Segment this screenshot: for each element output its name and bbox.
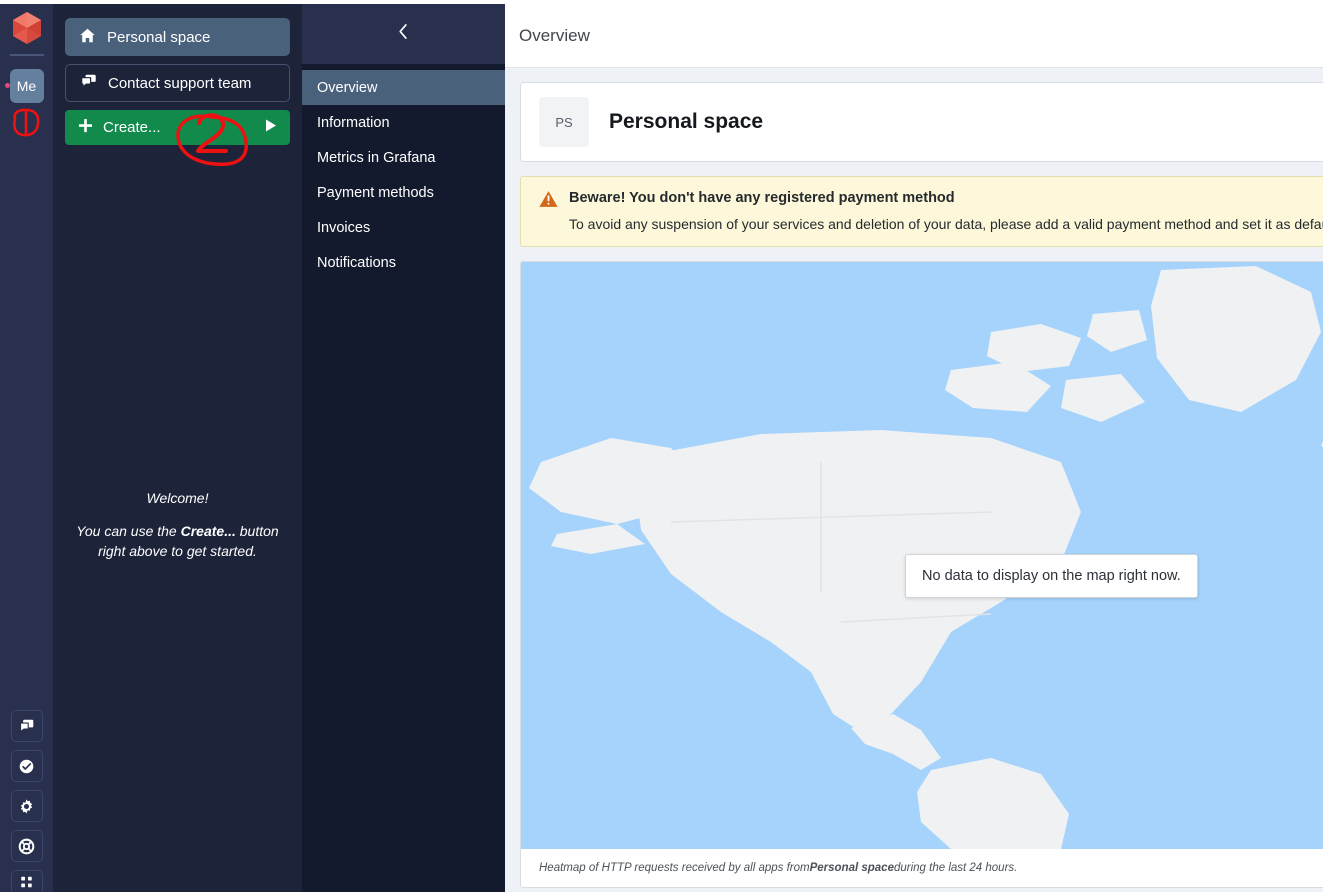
personal-space-button[interactable]: Personal space	[65, 18, 290, 56]
gem-logo-icon[interactable]	[0, 4, 53, 52]
contact-support-button[interactable]: Contact support team	[65, 64, 290, 102]
heatmap-caption: Heatmap of HTTP requests received by all…	[521, 849, 1323, 887]
nav-item-label: Notifications	[317, 254, 396, 271]
world-map[interactable]: No data to display on the map right now.	[521, 262, 1323, 849]
nav-item-label: Payment methods	[317, 184, 434, 201]
nav-item-overview[interactable]: Overview	[302, 70, 505, 105]
space-name: Personal space	[609, 110, 764, 133]
nav-item-metrics-in-grafana[interactable]: Metrics in Grafana	[302, 140, 505, 175]
create-button-label: Create...	[103, 119, 161, 136]
map-empty-tooltip: No data to display on the map right now.	[905, 554, 1198, 598]
red-blob-annotation	[13, 108, 40, 137]
welcome-message: Welcome! You can use the Create... butto…	[65, 488, 290, 561]
chat-bubble-icon	[80, 73, 97, 94]
payment-warning-body: Beware! You don't have any registered pa…	[569, 189, 1323, 232]
space-initials-label: PS	[555, 114, 573, 130]
nav-item-information[interactable]: Information	[302, 105, 505, 140]
nav-item-label: Invoices	[317, 219, 371, 236]
section-nav-panel: Overview Information Metrics in Grafana …	[302, 4, 505, 892]
rail-bottom-buttons	[0, 710, 53, 892]
avatar[interactable]: Me	[9, 69, 44, 103]
welcome-title: Welcome!	[146, 490, 209, 506]
nav-item-label: Information	[317, 114, 390, 131]
personal-space-button-label: Personal space	[107, 28, 211, 46]
payment-warning-text: To avoid any suspension of your services…	[569, 216, 1323, 232]
account-avatar-wrap[interactable]: Me	[0, 64, 53, 108]
page-title: Overview	[505, 4, 1323, 68]
space-action-panel: Personal space Contact support team Crea…	[53, 4, 302, 892]
nav-item-label: Overview	[317, 79, 378, 96]
notification-dot-icon	[5, 83, 10, 88]
nav-item-notifications[interactable]: Notifications	[302, 245, 505, 280]
chevron-left-icon[interactable]	[397, 23, 410, 45]
nav-item-payment-methods[interactable]: Payment methods	[302, 175, 505, 210]
chat-icon[interactable]	[10, 710, 43, 742]
welcome-text-pre: You can use the	[76, 523, 181, 539]
app-root: Me Personal space Contact support team C…	[0, 0, 1323, 892]
create-button[interactable]: Create...	[65, 110, 290, 145]
main-body: PS Personal space Beware! You don't have…	[505, 68, 1323, 888]
page-title-label: Overview	[519, 25, 590, 45]
warning-triangle-icon	[539, 190, 558, 232]
payment-warning-banner: Beware! You don't have any registered pa…	[520, 176, 1323, 247]
heatmap-caption-space-name: Personal space	[809, 862, 894, 874]
map-empty-tooltip-text: No data to display on the map right now.	[922, 568, 1181, 584]
nav-item-label: Metrics in Grafana	[317, 149, 436, 166]
nav-item-invoices[interactable]: Invoices	[302, 210, 505, 245]
heatmap-card: No data to display on the map right now.…	[520, 261, 1323, 888]
welcome-text-bold: Create...	[180, 523, 236, 539]
heatmap-caption-pre: Heatmap of HTTP requests received by all…	[539, 862, 810, 874]
gear-icon[interactable]	[10, 790, 43, 822]
lifebuoy-icon[interactable]	[10, 830, 43, 862]
nav-collapse-header[interactable]	[302, 4, 505, 64]
left-icon-rail: Me	[0, 4, 53, 892]
grid-icon[interactable]	[10, 870, 43, 892]
space-initials-avatar: PS	[539, 97, 589, 147]
main-content: Overview PS Personal space Beware! You d…	[505, 4, 1323, 892]
rail-divider	[9, 54, 44, 56]
plus-icon	[78, 118, 93, 137]
caret-right-icon	[265, 119, 277, 136]
home-icon	[79, 27, 96, 48]
space-summary-card: PS Personal space	[520, 82, 1323, 162]
check-circle-icon[interactable]	[10, 750, 43, 782]
payment-warning-title: Beware! You don't have any registered pa…	[569, 190, 955, 206]
contact-support-button-label: Contact support team	[108, 74, 252, 92]
heatmap-caption-post: during the last 24 hours.	[893, 862, 1018, 874]
nav-list: Overview Information Metrics in Grafana …	[302, 64, 505, 280]
